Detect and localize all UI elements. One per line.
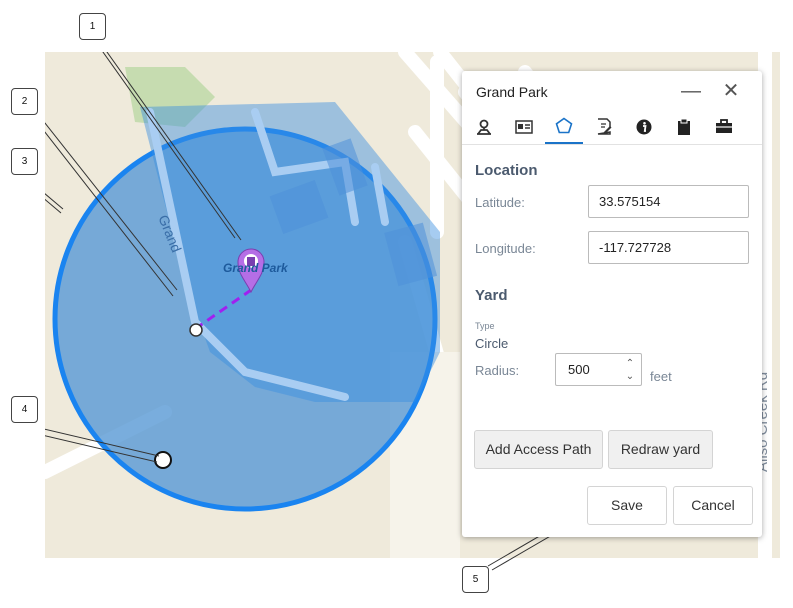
longitude-field[interactable]: -117.727728 <box>588 231 749 264</box>
tab-info[interactable] <box>625 109 663 144</box>
save-button[interactable]: Save <box>587 486 667 525</box>
redraw-yard-button[interactable]: Redraw yard <box>608 430 713 469</box>
close-button[interactable]: ✕ <box>717 77 745 105</box>
briefcase-icon <box>716 119 732 133</box>
cancel-button[interactable]: Cancel <box>673 486 753 525</box>
minimize-button[interactable]: — <box>677 77 705 105</box>
chevron-down-icon: ⌄ <box>625 371 635 382</box>
pin-icon <box>477 119 491 135</box>
id-card-icon <box>515 119 533 134</box>
location-section-title: Location <box>475 162 538 179</box>
callout-1: 1 <box>79 13 106 40</box>
tab-notes[interactable] <box>585 109 623 144</box>
latitude-label: Latitude: <box>475 195 525 210</box>
tab-yard-shape[interactable] <box>545 109 583 144</box>
yard-editor-panel: Grand Park — ✕ Location Latitude: 33.575… <box>462 71 762 537</box>
radius-drag-handle[interactable] <box>154 451 172 469</box>
stepper-up-button[interactable]: ⌃ <box>623 357 637 370</box>
yard-section-title: Yard <box>475 287 508 304</box>
info-icon <box>636 119 652 134</box>
type-label: Type <box>475 321 495 331</box>
callout-4: 4 <box>11 396 38 423</box>
type-value: Circle <box>475 336 509 351</box>
tab-clipboard[interactable] <box>665 109 703 144</box>
tab-contact-card[interactable] <box>505 109 543 144</box>
close-icon: ✕ <box>722 80 740 102</box>
callout-2: 2 <box>11 88 38 115</box>
tab-map-pin[interactable] <box>465 109 503 144</box>
clipboard-icon <box>678 118 690 135</box>
panel-tabs <box>462 109 762 145</box>
access-path-start-handle[interactable] <box>189 323 203 337</box>
radius-unit: feet <box>650 369 672 384</box>
panel-title: Grand Park <box>476 84 548 100</box>
add-access-path-button[interactable]: Add Access Path <box>474 430 603 469</box>
radius-value[interactable]: 500 <box>568 362 590 377</box>
pentagon-icon <box>555 117 573 134</box>
callout-3: 3 <box>11 148 38 175</box>
radius-label: Radius: <box>475 363 520 378</box>
park-label: Grand Park <box>223 261 289 275</box>
radius-stepper[interactable]: 500 ⌃ ⌄ <box>555 353 642 386</box>
note-edit-icon <box>597 118 612 135</box>
stepper-down-button[interactable]: ⌄ <box>623 370 637 383</box>
longitude-label: Longitude: <box>475 241 536 256</box>
tab-briefcase[interactable] <box>705 109 743 144</box>
chevron-up-icon: ⌃ <box>625 358 635 369</box>
callout-5: 5 <box>462 566 489 593</box>
minus-icon: — <box>681 80 701 102</box>
latitude-field[interactable]: 33.575154 <box>588 185 749 218</box>
